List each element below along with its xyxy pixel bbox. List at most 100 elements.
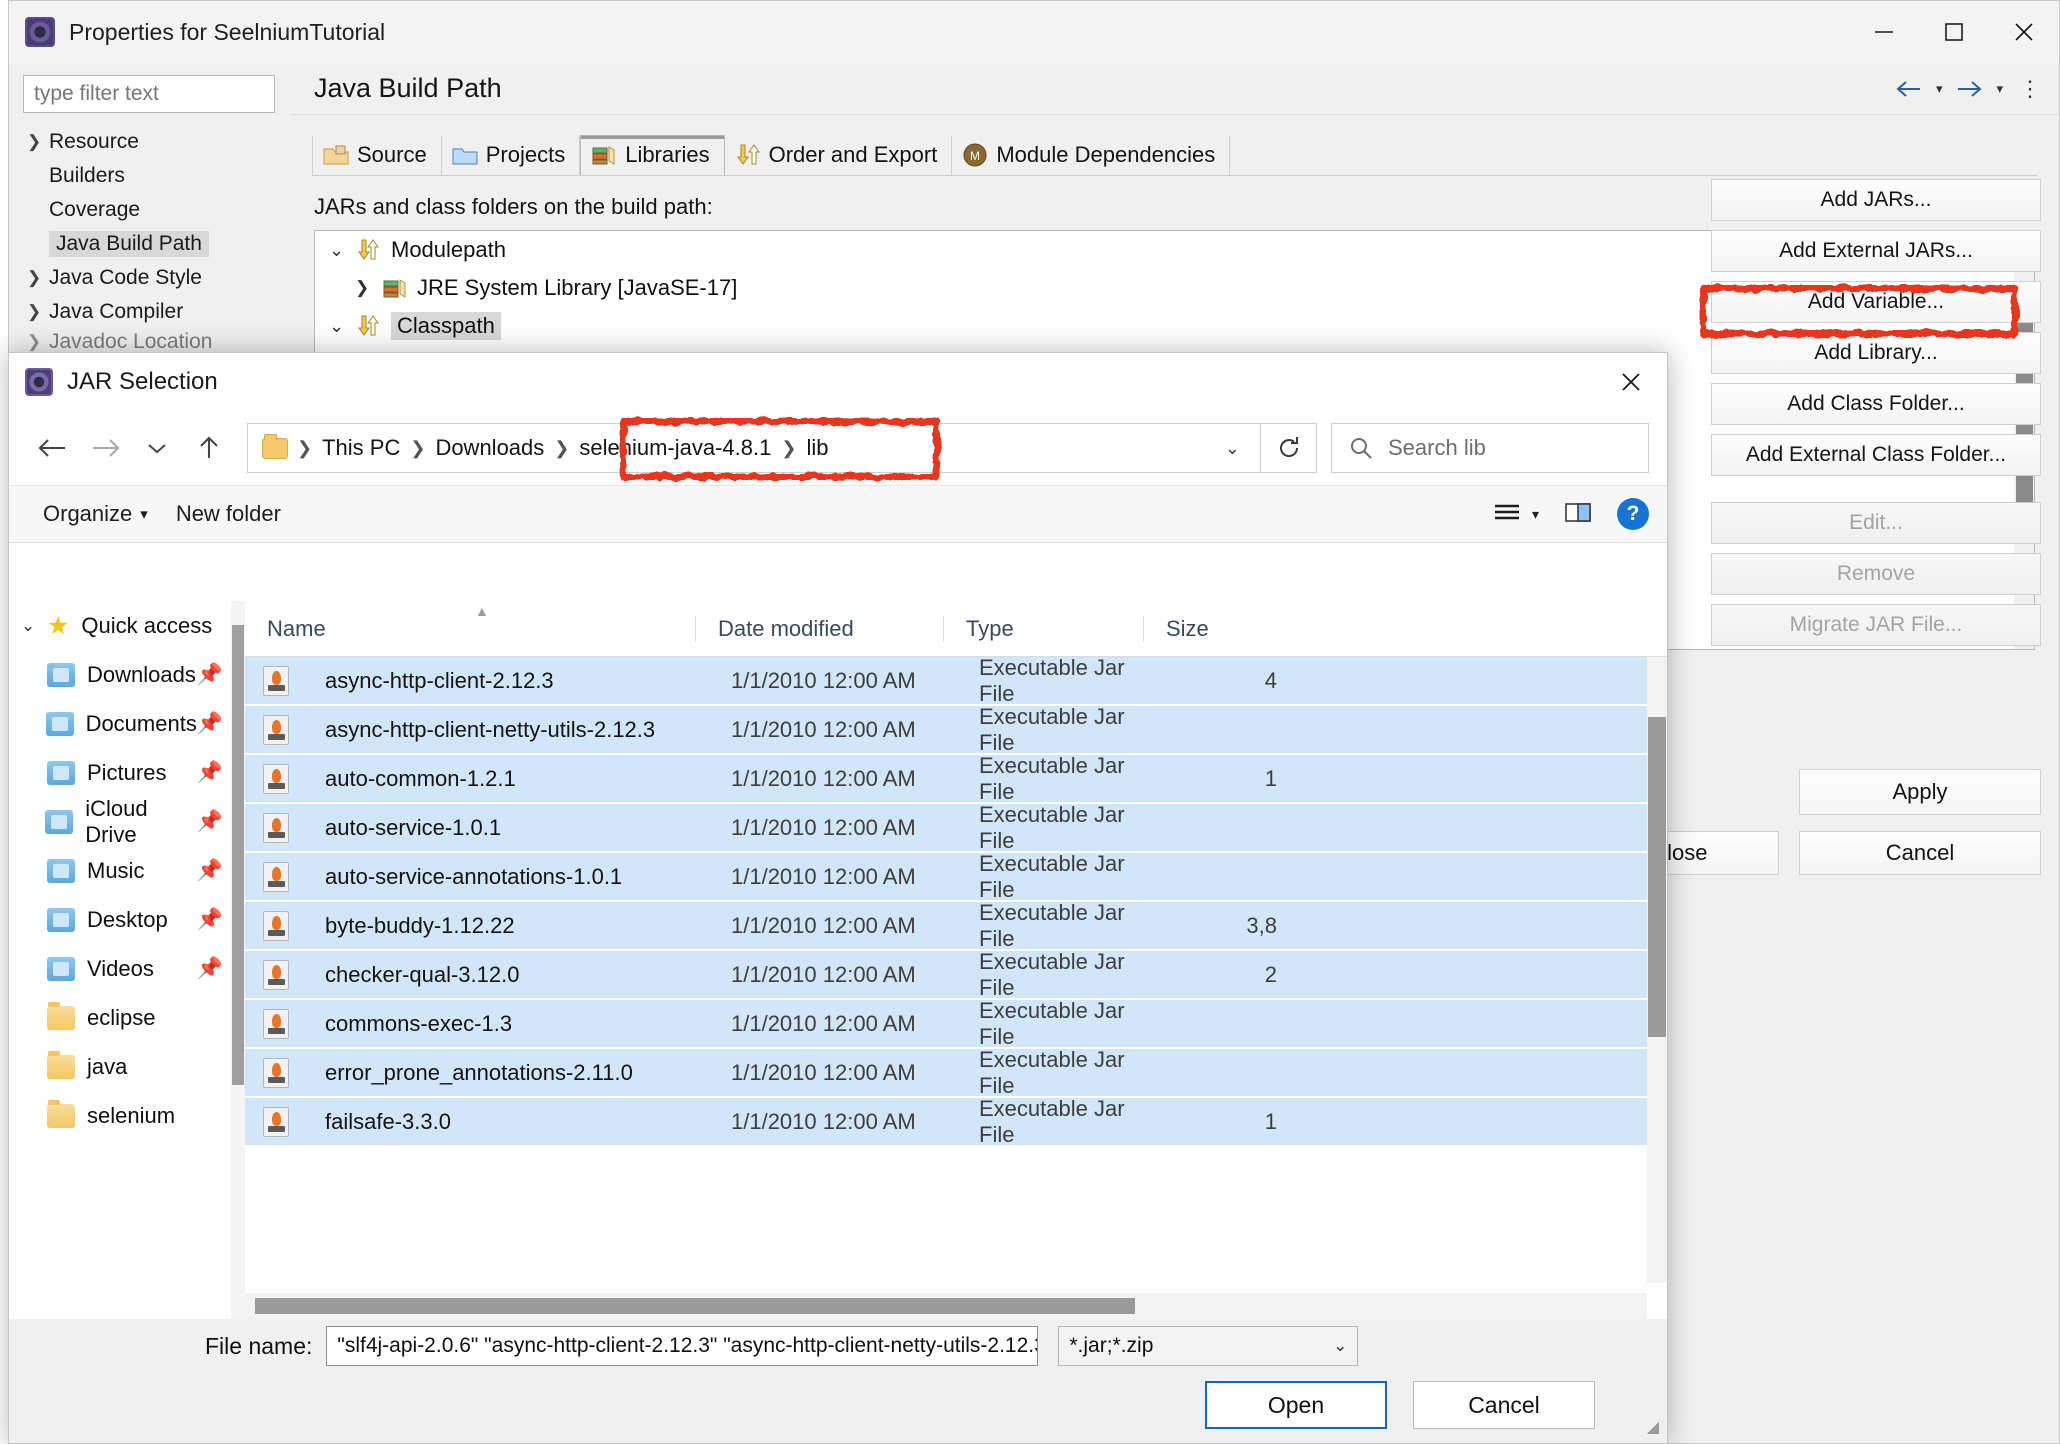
file-list-vertical-scrollbar[interactable] bbox=[1647, 657, 1667, 1283]
apply-button[interactable]: Apply bbox=[1799, 769, 2041, 815]
column-header-size[interactable]: Size bbox=[1143, 615, 1263, 642]
breadcrumb-downloads[interactable]: Downloads bbox=[428, 432, 551, 464]
sidebar-item-icloud-drive[interactable]: iCloud Drive 📌 bbox=[9, 796, 245, 847]
tab-source[interactable]: Source bbox=[312, 136, 442, 175]
sidebar-item-videos[interactable]: Videos 📌 bbox=[9, 944, 245, 993]
sidebar-item-downloads[interactable]: Downloads 📌 bbox=[9, 650, 245, 699]
chevron-down-icon[interactable]: ▾ bbox=[1996, 81, 2003, 97]
scrollbar-thumb[interactable] bbox=[255, 1298, 1135, 1314]
sidebar-item-documents[interactable]: Documents 📌 bbox=[9, 699, 245, 748]
file-type-filter-select[interactable]: *.jar;*.zip ⌄ bbox=[1058, 1326, 1359, 1366]
chevron-right-icon: ❯ bbox=[27, 332, 42, 351]
pin-icon[interactable]: 📌 bbox=[197, 908, 223, 932]
open-button[interactable]: Open bbox=[1205, 1381, 1387, 1429]
sidebar-item-java[interactable]: java bbox=[9, 1042, 245, 1091]
tab-projects[interactable]: Projects bbox=[442, 136, 581, 175]
chevron-down-icon[interactable]: ⌄ bbox=[1211, 438, 1254, 459]
address-bar[interactable]: ❯ This PC ❯ Downloads ❯ selenium-java-4.… bbox=[247, 423, 1261, 473]
sidebar-item-java-compiler[interactable]: ❯ Java Compiler bbox=[9, 295, 289, 329]
add-external-jars-button[interactable]: Add External JARs... bbox=[1711, 230, 2041, 272]
sidebar-item-quick-access[interactable]: ⌄ ★ Quick access bbox=[9, 601, 245, 650]
table-row[interactable]: async-http-client-2.12.3 1/1/2010 12:00 … bbox=[245, 655, 1667, 706]
table-row[interactable]: error_prone_annotations-2.11.0 1/1/2010 … bbox=[245, 1047, 1667, 1098]
file-name-input[interactable]: "slf4j-api-2.0.6" "async-http-client-2.1… bbox=[326, 1326, 1039, 1366]
cancel-button[interactable]: Cancel bbox=[1799, 831, 2041, 875]
chevron-down-icon[interactable]: ▾ bbox=[1936, 81, 1943, 97]
tab-libraries[interactable]: Libraries bbox=[580, 135, 725, 175]
column-header-type[interactable]: Type bbox=[943, 615, 1143, 642]
classpath-icon bbox=[358, 315, 379, 336]
add-external-class-folder-button[interactable]: Add External Class Folder... bbox=[1711, 434, 2041, 476]
up-arrow-icon[interactable] bbox=[183, 422, 235, 474]
pin-icon[interactable]: 📌 bbox=[197, 957, 223, 981]
chevron-down-icon[interactable]: ⌄ bbox=[1333, 1336, 1347, 1356]
add-library-button[interactable]: Add Library... bbox=[1711, 332, 2041, 374]
column-header-name[interactable]: Name bbox=[245, 616, 695, 642]
back-arrow-icon[interactable] bbox=[27, 422, 79, 474]
breadcrumb-this-pc[interactable]: This PC bbox=[315, 432, 407, 464]
chevron-down-icon[interactable]: ▾ bbox=[1532, 506, 1539, 523]
table-row[interactable]: auto-service-annotations-1.0.1 1/1/2010 … bbox=[245, 851, 1667, 902]
sidebar-item-desktop[interactable]: Desktop 📌 bbox=[9, 895, 245, 944]
search-input[interactable]: Search lib bbox=[1331, 423, 1649, 473]
list-view-icon[interactable] bbox=[1490, 499, 1524, 530]
pin-icon[interactable]: 📌 bbox=[197, 663, 223, 687]
add-class-folder-button[interactable]: Add Class Folder... bbox=[1711, 383, 2041, 425]
add-variable-button[interactable]: Add Variable... bbox=[1711, 281, 2041, 323]
table-row[interactable]: commons-exec-1.3 1/1/2010 12:00 AM Execu… bbox=[245, 998, 1667, 1049]
table-row[interactable]: byte-buddy-1.12.22 1/1/2010 12:00 AM Exe… bbox=[245, 900, 1667, 951]
forward-arrow-icon[interactable] bbox=[1948, 79, 1990, 99]
table-row[interactable]: checker-qual-3.12.0 1/1/2010 12:00 AM Ex… bbox=[245, 949, 1667, 1000]
table-row[interactable]: failsafe-3.3.0 1/1/2010 12:00 AM Executa… bbox=[245, 1096, 1667, 1147]
file-name-value: "slf4j-api-2.0.6" "async-http-client-2.1… bbox=[337, 1334, 1039, 1357]
add-jars-button[interactable]: Add JARs... bbox=[1711, 179, 2041, 221]
sidebar-item-eclipse[interactable]: eclipse bbox=[9, 993, 245, 1042]
chevron-down-icon[interactable]: ⌄ bbox=[21, 616, 47, 636]
tab-order-and-export[interactable]: Order and Export bbox=[725, 136, 953, 175]
sidebar-item-resource[interactable]: ❯ Resource bbox=[9, 125, 289, 159]
cancel-button[interactable]: Cancel bbox=[1413, 1381, 1595, 1429]
table-row[interactable]: auto-common-1.2.1 1/1/2010 12:00 AM Exec… bbox=[245, 753, 1667, 804]
chevron-down-icon[interactable]: ⌄ bbox=[329, 240, 355, 261]
overflow-menu-icon[interactable]: ⋮ bbox=[2009, 76, 2051, 102]
filter-input[interactable]: type filter text bbox=[23, 75, 275, 113]
sidebar-item-builders[interactable]: ❯ Builders bbox=[9, 159, 289, 193]
scrollbar-thumb[interactable] bbox=[232, 625, 244, 1085]
pin-icon[interactable]: 📌 bbox=[197, 859, 223, 883]
maximize-icon[interactable] bbox=[1919, 1, 1989, 63]
help-icon[interactable]: ? bbox=[1617, 498, 1649, 530]
pin-icon[interactable]: 📌 bbox=[197, 712, 223, 736]
build-tree-label: JRE System Library [JavaSE-17] bbox=[417, 275, 738, 300]
breadcrumb-lib[interactable]: lib bbox=[799, 432, 835, 464]
forward-arrow-icon[interactable] bbox=[79, 422, 131, 474]
chevron-right-icon[interactable]: ❯ bbox=[355, 278, 381, 298]
tab-module-dependencies[interactable]: M Module Dependencies bbox=[952, 136, 1231, 175]
chevron-down-icon[interactable]: ⌄ bbox=[329, 316, 355, 337]
recent-locations-chevron-down-icon[interactable] bbox=[131, 422, 183, 474]
sidebar-item-coverage[interactable]: ❯ Coverage bbox=[9, 193, 289, 227]
pin-icon[interactable]: 📌 bbox=[197, 761, 223, 785]
pin-icon[interactable]: 📌 bbox=[197, 810, 223, 834]
column-header-date-modified[interactable]: Date modified bbox=[695, 615, 943, 642]
sidebar-item-music[interactable]: Music 📌 bbox=[9, 846, 245, 895]
places-scrollbar[interactable] bbox=[231, 601, 245, 1319]
close-icon[interactable] bbox=[1989, 1, 2059, 63]
minimize-icon[interactable] bbox=[1849, 1, 1919, 63]
footer-action-buttons: Open Cancel bbox=[9, 1381, 1667, 1429]
refresh-icon[interactable] bbox=[1261, 423, 1317, 473]
sidebar-item-java-code-style[interactable]: ❯ Java Code Style bbox=[9, 261, 289, 295]
back-arrow-icon[interactable] bbox=[1888, 79, 1930, 99]
resize-grip-icon[interactable]: ◢ bbox=[1647, 1417, 1659, 1437]
table-row[interactable]: auto-service-1.0.1 1/1/2010 12:00 AM Exe… bbox=[245, 802, 1667, 853]
sidebar-item-pictures[interactable]: Pictures 📌 bbox=[9, 748, 245, 797]
new-folder-button[interactable]: New folder bbox=[162, 501, 295, 527]
sidebar-item-selenium[interactable]: selenium bbox=[9, 1091, 245, 1140]
breadcrumb-selenium-java[interactable]: selenium-java-4.8.1 bbox=[572, 432, 778, 464]
preview-pane-icon[interactable] bbox=[1561, 499, 1595, 530]
table-row[interactable]: async-http-client-netty-utils-2.12.3 1/1… bbox=[245, 704, 1667, 755]
scrollbar-thumb[interactable] bbox=[1648, 717, 1666, 1037]
close-icon[interactable] bbox=[1595, 353, 1667, 411]
organize-button[interactable]: Organize ▾ bbox=[29, 501, 162, 527]
file-list-horizontal-scrollbar[interactable] bbox=[245, 1293, 1647, 1319]
sidebar-item-java-build-path[interactable]: ❯ Java Build Path bbox=[9, 227, 289, 261]
